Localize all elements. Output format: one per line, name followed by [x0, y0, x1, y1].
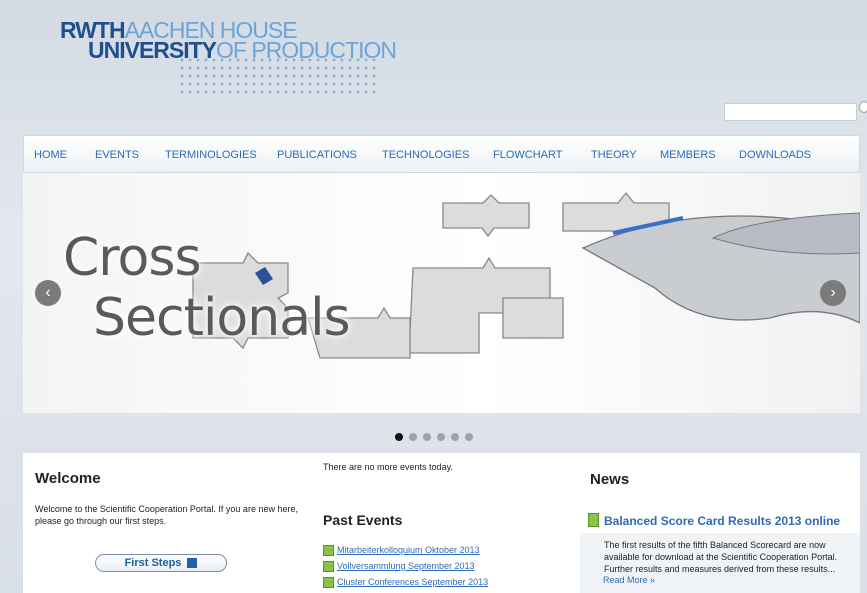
slider-prev-button[interactable]: ‹ — [35, 280, 61, 306]
chevron-left-icon: ‹ — [45, 284, 51, 301]
search-input[interactable] — [724, 103, 857, 121]
logo-dot-pattern — [178, 56, 378, 96]
nav-events[interactable]: EVENTS — [95, 149, 139, 161]
nav-publications[interactable]: PUBLICATIONS — [277, 149, 357, 161]
hero-slider: Cross Sectionals ‹ › — [23, 173, 860, 413]
news-headline-link[interactable]: Balanced Score Card Results 2013 online — [588, 513, 848, 531]
slide-title-line1: Cross — [63, 228, 202, 288]
nav-downloads[interactable]: DOWNLOADS — [739, 149, 811, 161]
read-more-link[interactable]: Read More » — [603, 575, 655, 585]
event-icon — [323, 577, 334, 589]
nav-home[interactable]: HOME — [34, 149, 67, 161]
slider-dot-1[interactable] — [395, 433, 403, 441]
event-link-3[interactable]: Cluster Conferences September 2013 — [323, 577, 488, 589]
nav-members[interactable]: MEMBERS — [660, 149, 716, 161]
rwth-logo[interactable]: RWTHAACHEN HOUSE UNIVERSITYOF PRODUCTION — [60, 19, 397, 96]
news-text-line2: available for download at the Scientific… — [604, 552, 838, 562]
slider-next-button[interactable]: › — [820, 280, 846, 306]
nav-theory[interactable]: THEORY — [591, 149, 637, 161]
events-status: There are no more events today. — [323, 462, 453, 472]
slide-title-line2: Sectionals — [93, 288, 351, 348]
slider-dot-3[interactable] — [423, 433, 431, 441]
news-text-line3: Further results and measures derived fro… — [604, 564, 836, 574]
arrow-right-icon — [187, 558, 198, 569]
nav-flowchart[interactable]: FLOWCHART — [493, 149, 562, 161]
header: RWTHAACHEN HOUSE UNIVERSITYOF PRODUCTION — [0, 0, 867, 133]
slider-dot-6[interactable] — [465, 433, 473, 441]
welcome-text-line1: Welcome to the Scientific Cooperation Po… — [35, 504, 298, 514]
nav-terminologies[interactable]: TERMINOLOGIES — [165, 149, 257, 161]
nav-technologies[interactable]: TECHNOLOGIES — [382, 149, 469, 161]
slider-dot-2[interactable] — [409, 433, 417, 441]
main-nav: HOME EVENTS TERMINOLOGIES PUBLICATIONS T… — [23, 135, 860, 173]
welcome-title: Welcome — [35, 470, 101, 487]
first-steps-button[interactable]: First Steps — [95, 554, 227, 572]
first-steps-label: First Steps — [124, 557, 182, 569]
chevron-right-icon: › — [830, 284, 836, 301]
event-link-2[interactable]: Vollversammlung September 2013 — [323, 561, 475, 573]
news-icon — [588, 513, 599, 527]
slider-dot-4[interactable] — [437, 433, 445, 441]
slider-dot-5[interactable] — [451, 433, 459, 441]
slider-pagination — [395, 428, 479, 446]
news-text-line1: The first results of the fifth Balanced … — [604, 540, 826, 550]
event-link-1[interactable]: Mitarbeiterkolloquium Oktober 2013 — [323, 545, 480, 557]
event-icon — [323, 545, 334, 557]
news-title: News — [590, 471, 630, 488]
event-icon — [323, 561, 334, 573]
content-panel: Welcome Welcome to the Scientific Cooper… — [23, 453, 860, 593]
welcome-text-line2: please go through our first steps. — [35, 516, 167, 526]
past-events-title: Past Events — [323, 512, 403, 528]
search-icon[interactable] — [859, 101, 867, 113]
